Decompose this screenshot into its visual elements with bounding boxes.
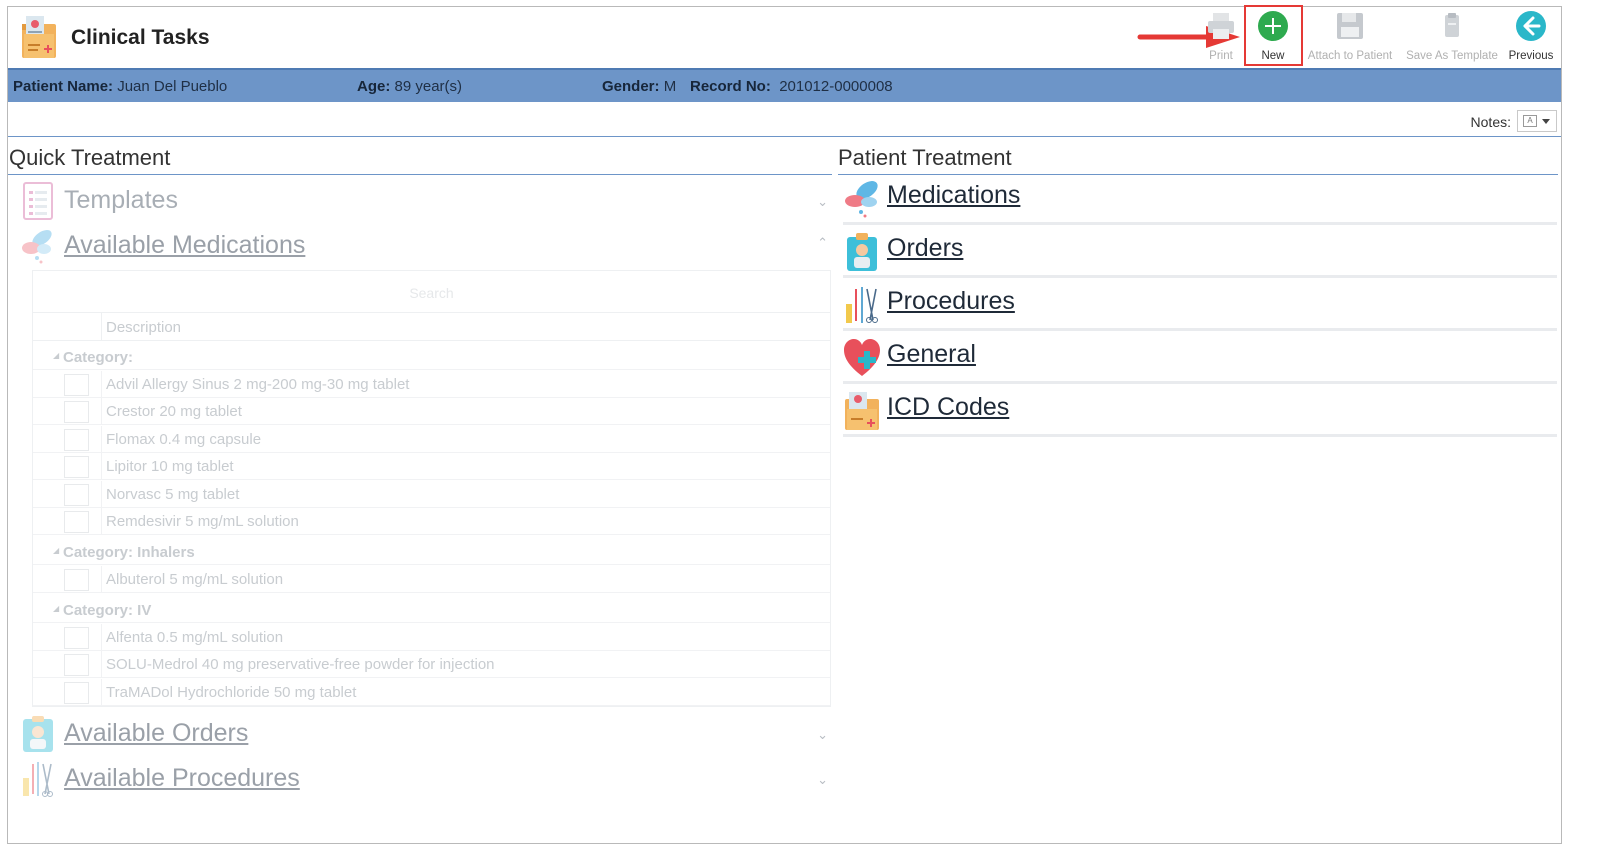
table-row[interactable]: Alfenta 0.5 mg/mL solution [33, 624, 830, 651]
heart-plus-icon [844, 339, 880, 376]
row-checkbox[interactable] [64, 401, 89, 423]
notes-dropdown[interactable]: A [1517, 110, 1557, 132]
notes-row: Notes: A [8, 104, 1561, 137]
description-column-header[interactable]: Description [106, 319, 181, 336]
caret-down-icon [1542, 119, 1550, 124]
print-button[interactable]: Print [1196, 6, 1246, 66]
category-group-row[interactable]: ◢ Category: IV [33, 595, 830, 623]
template-list-icon [23, 182, 53, 220]
row-checkbox[interactable] [64, 511, 89, 533]
clipboard-doctor-icon [847, 233, 877, 271]
patient-info-bar: Patient Name: Juan Del Pueblo Age: 89 ye… [8, 68, 1561, 102]
patient-age: Age: 89 year(s) [357, 78, 463, 95]
collapse-triangle-icon: ◢ [53, 604, 60, 613]
chevron-down-icon: ⌄ [817, 727, 828, 742]
table-row[interactable]: Albuterol 5 mg/mL solution [33, 566, 830, 593]
quick-treatment-title: Quick Treatment [9, 145, 171, 170]
chevron-up-icon: ⌃ [817, 235, 828, 250]
row-checkbox[interactable] [64, 627, 89, 649]
chevron-down-icon: ⌄ [817, 772, 828, 787]
floppy-disk-icon [1337, 13, 1363, 39]
pills-icon [22, 230, 52, 264]
category-group-row[interactable]: ◢ Category: [33, 342, 830, 370]
arrow-left-circle-icon [1516, 11, 1546, 41]
row-checkbox[interactable] [64, 484, 89, 506]
previous-button[interactable]: Previous [1504, 6, 1558, 66]
page-title: Clinical Tasks [71, 26, 210, 49]
save-as-template-button[interactable]: Save As Template [1400, 6, 1504, 66]
medications-grid: Search Description ◢ Category: Advil Alle… [32, 270, 831, 707]
search-input[interactable]: Search [33, 271, 830, 313]
table-row[interactable]: Remdesivir 5 mg/mL solution [33, 508, 830, 535]
attach-to-patient-button[interactable]: Attach to Patient [1304, 6, 1396, 66]
row-checkbox[interactable] [64, 374, 89, 396]
table-row[interactable]: Lipitor 10 mg tablet [33, 453, 830, 480]
available-medications-accordion[interactable]: Available Medications ⌃ [20, 225, 832, 267]
document-icon: A [1523, 115, 1537, 127]
patient-record-number: Record No: 201012-0000008 [690, 78, 893, 95]
patient-treatment-procedures[interactable]: Procedures [843, 281, 1557, 331]
clinical-folder-icon [22, 16, 56, 58]
patient-gender: Gender: M [602, 78, 677, 95]
surgical-tools-icon [23, 762, 53, 797]
row-checkbox[interactable] [64, 456, 89, 478]
table-row[interactable]: SOLU-Medrol 40 mg preservative-free powd… [33, 651, 830, 678]
patient-name: Patient Name: Juan Del Pueblo [13, 78, 228, 95]
row-checkbox[interactable] [64, 682, 89, 704]
patient-treatment-title: Patient Treatment [838, 145, 1012, 170]
templates-accordion[interactable]: Templates ⌄ [20, 180, 832, 222]
clipboard-doctor-icon [23, 716, 53, 752]
table-row[interactable]: Advil Allergy Sinus 2 mg-200 mg-30 mg ta… [33, 371, 830, 398]
pills-icon [845, 181, 878, 218]
available-procedures-accordion[interactable]: Available Procedures ⌄ [20, 758, 832, 800]
patient-treatment-general[interactable]: General [843, 334, 1557, 384]
quick-treatment-divider [8, 174, 832, 175]
available-orders-accordion[interactable]: Available Orders ⌄ [20, 713, 832, 755]
collapse-triangle-icon: ◢ [53, 351, 60, 360]
clinical-folder-icon [845, 392, 879, 430]
patient-treatment-orders[interactable]: Orders [843, 228, 1557, 278]
table-row[interactable]: Flomax 0.4 mg capsule [33, 426, 830, 453]
table-row[interactable]: TraMADol Hydrochloride 50 mg tablet [33, 679, 830, 706]
table-row[interactable]: Norvasc 5 mg tablet [33, 481, 830, 508]
surgical-tools-icon [846, 287, 878, 323]
row-checkbox[interactable] [64, 569, 89, 591]
category-group-row[interactable]: ◢ Category: Inhalers [33, 537, 830, 565]
clipboard-icon [1445, 13, 1459, 37]
patient-treatment-medications[interactable]: Medications [843, 175, 1557, 225]
collapse-triangle-icon: ◢ [53, 546, 60, 555]
grid-header: Description [33, 313, 830, 341]
table-row[interactable]: Crestor 20 mg tablet [33, 398, 830, 425]
notes-label: Notes: [1470, 114, 1511, 130]
new-button-highlight [1244, 5, 1303, 66]
row-checkbox[interactable] [64, 429, 89, 451]
chevron-down-icon: ⌄ [817, 194, 828, 209]
patient-treatment-icd-codes[interactable]: ICD Codes [843, 387, 1557, 437]
row-checkbox[interactable] [64, 654, 89, 676]
printer-icon [1208, 13, 1234, 39]
